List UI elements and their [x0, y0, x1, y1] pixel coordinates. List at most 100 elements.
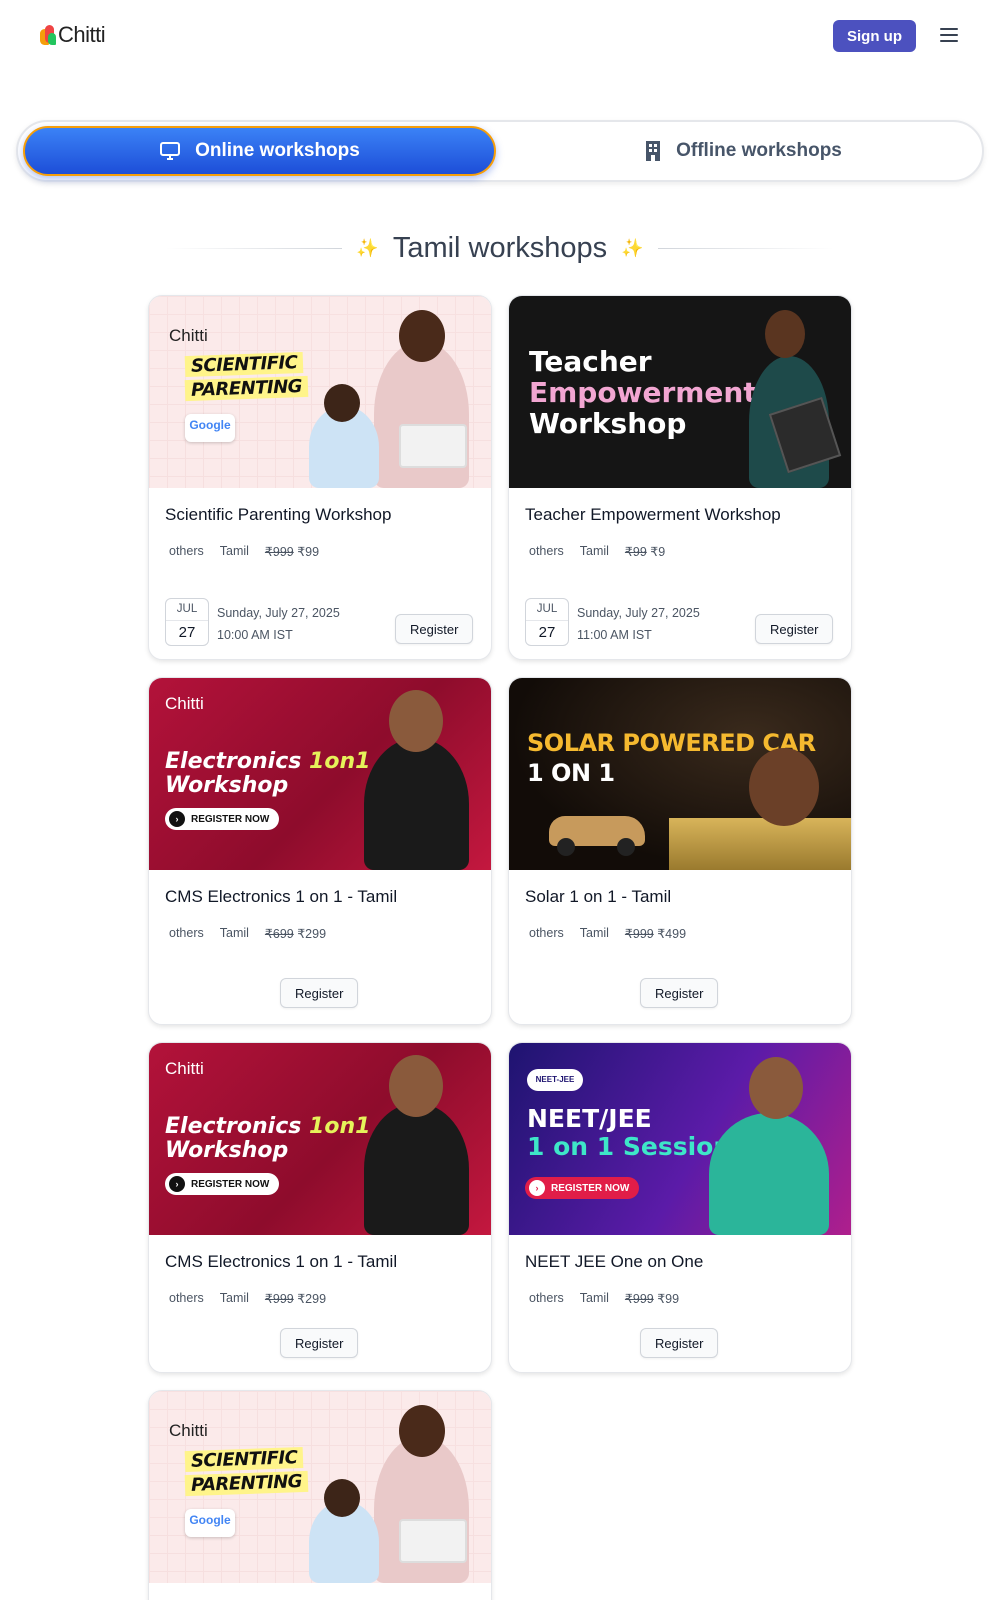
- banner-logo: Chitti: [165, 694, 204, 713]
- workshop-banner-image[interactable]: SOLAR POWERED CAR 1 ON 1: [509, 678, 851, 870]
- register-button[interactable]: Register: [280, 978, 359, 1008]
- register-button[interactable]: Register: [755, 614, 834, 644]
- section-title: Tamil workshops: [392, 231, 608, 264]
- wheel: [617, 838, 635, 856]
- chitti-logo[interactable]: Chitti: [40, 22, 106, 48]
- section-heading: ✨ Tamil workshops ✨: [166, 226, 834, 270]
- card-language: Tamil: [579, 926, 609, 940]
- register-button[interactable]: Register: [395, 614, 474, 644]
- instructor-photo: [364, 738, 469, 870]
- card-meta: others Tamil ₹999 ₹99: [529, 1291, 679, 1306]
- workshop-card[interactable]: SOLAR POWERED CAR 1 ON 1 Solar 1 on 1 - …: [508, 677, 852, 1025]
- divider: [657, 247, 834, 249]
- date-month: JUL: [526, 599, 568, 621]
- date-full: Sunday, July 27, 2025: [577, 606, 700, 620]
- card-language: Tamil: [219, 926, 249, 940]
- date-day: 27: [538, 624, 556, 641]
- workshop-card[interactable]: NEET-JEE NEET/JEE 1 on 1 Session › REGIST…: [508, 1042, 852, 1373]
- hamburger-menu-icon[interactable]: [938, 26, 960, 44]
- google-reviews-badge: Google: [185, 414, 235, 442]
- card-meta: others Tamil ₹999 ₹299: [169, 1291, 326, 1306]
- sign-up-button[interactable]: Sign up: [833, 20, 916, 52]
- tab-offline-workshops[interactable]: Offline workshops: [508, 126, 978, 176]
- card-meta: others Tamil ₹999 ₹99: [169, 544, 319, 559]
- old-price: ₹699: [264, 927, 294, 941]
- person-head: [389, 690, 443, 752]
- person-head: [765, 310, 805, 358]
- register-button[interactable]: Register: [640, 1328, 719, 1358]
- date-day: 27: [178, 624, 196, 641]
- banner-heading: Teacher Empowerment Workshop: [529, 345, 757, 440]
- old-price: ₹999: [624, 1292, 654, 1306]
- person-head: [749, 1057, 803, 1119]
- logo-text: Chitti: [58, 22, 106, 47]
- card-category: others: [169, 926, 204, 940]
- banner-heading: Electronics 1on1 Workshop: [165, 1114, 371, 1163]
- card-title: Teacher Empowerment Workshop: [525, 505, 781, 524]
- person-head: [389, 1055, 443, 1117]
- date-month: JUL: [166, 599, 208, 621]
- tab-online-workshops[interactable]: Online workshops: [23, 126, 496, 176]
- card-title: CMS Electronics 1 on 1 - Tamil: [165, 887, 398, 906]
- register-button[interactable]: Register: [640, 978, 719, 1008]
- workshop-banner-image[interactable]: Teacher Empowerment Workshop: [509, 296, 851, 488]
- card-category: others: [529, 926, 564, 940]
- date-badge: JUL 27: [525, 598, 569, 646]
- date-badge: JUL 27: [165, 598, 209, 646]
- workshop-banner-image[interactable]: Chitti SCIENTIFIC PARENTING Google: [149, 296, 491, 488]
- date-time: Sunday, July 27, 2025 10:00 AM IST: [217, 602, 340, 646]
- laptop-illustration: [399, 424, 467, 468]
- instructor-photo: [364, 1103, 469, 1235]
- neet-jee-badge: NEET-JEE: [527, 1069, 583, 1091]
- building-icon: [646, 141, 661, 161]
- card-title: Scientific Parenting Workshop: [165, 505, 392, 524]
- wheel: [557, 838, 575, 856]
- workshop-card[interactable]: Chitti SCIENTIFIC PARENTING Google: [148, 1390, 492, 1600]
- banner-logo: Chitti: [169, 326, 208, 345]
- card-meta: others Tamil ₹99 ₹9: [529, 544, 665, 559]
- price: ₹99: [297, 545, 320, 559]
- chitti-logo-icon: [40, 23, 56, 47]
- card-language: Tamil: [579, 544, 609, 558]
- card-meta: others Tamil ₹999 ₹499: [529, 926, 686, 941]
- register-button[interactable]: Register: [280, 1328, 359, 1358]
- card-language: Tamil: [579, 1291, 609, 1305]
- price: ₹99: [657, 1292, 680, 1306]
- old-price: ₹99: [624, 545, 647, 559]
- card-title: CMS Electronics 1 on 1 - Tamil: [165, 1252, 398, 1271]
- card-language: Tamil: [219, 544, 249, 558]
- card-title: Solar 1 on 1 - Tamil: [525, 887, 672, 906]
- google-reviews-badge: Google: [185, 1509, 235, 1537]
- card-language: Tamil: [219, 1291, 249, 1305]
- card-meta: others Tamil ₹699 ₹299: [169, 926, 326, 941]
- workshop-banner-image[interactable]: Chitti Electronics 1on1 Workshop › REGIST…: [149, 1043, 491, 1235]
- old-price: ₹999: [264, 545, 294, 559]
- workshop-banner-image[interactable]: NEET-JEE NEET/JEE 1 on 1 Session › REGIST…: [509, 1043, 851, 1235]
- workshop-banner-image[interactable]: Chitti Electronics 1on1 Workshop › REGIST…: [149, 678, 491, 870]
- workshop-card[interactable]: Teacher Empowerment Workshop Teacher Emp…: [508, 295, 852, 660]
- card-category: others: [529, 1291, 564, 1305]
- banner-heading: SCIENTIFIC: [184, 351, 304, 378]
- banner-heading: PARENTING: [184, 375, 309, 402]
- person-head: [399, 310, 445, 362]
- workshop-card[interactable]: Chitti Electronics 1on1 Workshop › REGIST…: [148, 1042, 492, 1373]
- workshop-banner-image[interactable]: Chitti SCIENTIFIC PARENTING Google: [149, 1391, 491, 1583]
- time: 11:00 AM IST: [577, 628, 652, 642]
- banner-heading: Electronics 1on1 Workshop: [165, 749, 371, 798]
- banner-logo: Chitti: [165, 1059, 204, 1078]
- banner-heading: SCIENTIFIC: [184, 1446, 304, 1473]
- time: 10:00 AM IST: [217, 628, 293, 642]
- banner-heading: NEET/JEE 1 on 1 Session: [527, 1104, 732, 1161]
- old-price: ₹999: [264, 1292, 294, 1306]
- price: ₹299: [297, 927, 327, 941]
- banner-heading: PARENTING: [184, 1470, 309, 1497]
- register-now-badge: › REGISTER NOW: [165, 808, 280, 830]
- laptop-illustration: [399, 1519, 467, 1563]
- workshop-card[interactable]: Chitti SCIENTIFIC PARENTING Google Scien…: [148, 295, 492, 660]
- price: ₹299: [297, 1292, 327, 1306]
- banner-logo: Chitti: [169, 1421, 208, 1440]
- workshop-card[interactable]: Chitti Electronics 1on1 Workshop › REGIST…: [148, 677, 492, 1025]
- tab-offline-label: Offline workshops: [676, 140, 842, 161]
- sparkle-icon: ✨: [356, 237, 379, 258]
- divider: [166, 247, 343, 249]
